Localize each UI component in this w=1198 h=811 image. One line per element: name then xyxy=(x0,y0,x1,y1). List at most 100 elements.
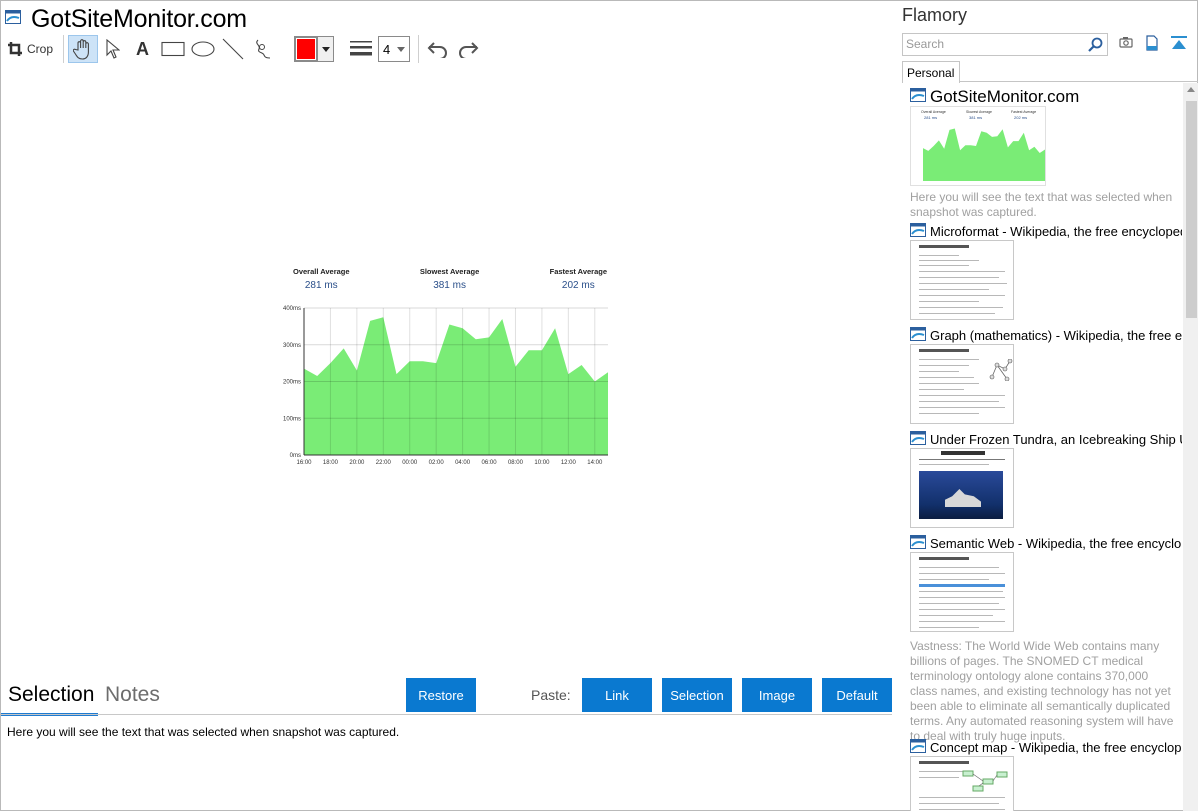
text-tool-button[interactable]: A xyxy=(128,35,158,63)
toolbar-separator xyxy=(418,35,420,63)
list-item[interactable]: Concept map - Wikipedia, the free encycl… xyxy=(910,738,1182,811)
sidebar-scrollbar[interactable] xyxy=(1183,83,1198,811)
stat-label: Overall Average xyxy=(293,267,350,276)
line-icon xyxy=(222,38,244,60)
x-tick-label: 12:00 xyxy=(561,460,577,466)
x-tick-label: 04:00 xyxy=(455,460,471,466)
x-tick-label: 10:00 xyxy=(534,460,550,466)
list-item[interactable]: GotSiteMonitor.com Overall Average Slowe… xyxy=(910,88,1182,220)
pointer-tool-button[interactable] xyxy=(98,35,128,63)
y-tick-label: 400ms xyxy=(283,306,301,312)
color-picker[interactable] xyxy=(294,36,335,62)
paste-image-button[interactable]: Image xyxy=(742,678,812,712)
snapshot-thumbnail xyxy=(910,552,1014,632)
app-name: Flamory xyxy=(902,5,968,25)
line-width-select[interactable]: 4 xyxy=(378,36,411,62)
freehand-icon xyxy=(256,39,271,59)
snapshot-thumbnail: Overall Average Slowest Average Fastest … xyxy=(910,106,1046,186)
x-tick-label: 16:00 xyxy=(296,460,312,466)
page-icon xyxy=(910,738,926,756)
search-input[interactable]: Search xyxy=(902,33,1108,56)
stat-value: 381 ms xyxy=(433,280,466,291)
editor-title-row: GotSiteMonitor.com xyxy=(5,5,247,33)
undo-icon xyxy=(427,42,448,58)
paste-default-button[interactable]: Default xyxy=(822,678,892,712)
collapse-to-top-icon[interactable] xyxy=(1171,35,1187,51)
list-item-description: Here you will see the text that was sele… xyxy=(910,190,1173,219)
list-item-title-row: Concept map - Wikipedia, the free encycl… xyxy=(910,738,1182,756)
x-tick-label: 08:00 xyxy=(508,460,524,466)
list-item-title-row: Microformat - Wikipedia, the free encycl… xyxy=(910,222,1182,240)
stats-row: Overall Average 281 ms Slowest Average 381 … xyxy=(271,263,621,291)
svg-text:202 ms: 202 ms xyxy=(1014,115,1027,120)
snapshot-thumbnail xyxy=(910,756,1014,811)
sidebar: Flamory Search Personal GotSiteMonitor.c… xyxy=(897,1,1198,811)
svg-text:Overall Average: Overall Average xyxy=(921,110,946,114)
page-title: GotSiteMonitor.com xyxy=(31,4,247,33)
hand-icon xyxy=(73,39,89,60)
list-item-title-row: Under Frozen Tundra, an Icebreaking Ship… xyxy=(910,430,1182,448)
page-icon xyxy=(910,326,926,344)
flamory-window: GotSiteMonitor.com Crop A 4 Overall Aver… xyxy=(0,0,1198,811)
snapshot-thumbnail xyxy=(910,344,1014,424)
crop-icon xyxy=(8,42,22,56)
chart-thumbnail: Overall Average Slowest Average Fastest … xyxy=(921,110,1045,181)
list-item-title-row: Graph (mathematics) - Wikipedia, the fre… xyxy=(910,326,1182,344)
stat-2: Fastest Average 202 ms xyxy=(550,263,607,291)
crop-button[interactable]: Crop xyxy=(5,35,59,63)
x-tick-label: 14:00 xyxy=(587,460,603,466)
rectangle-icon xyxy=(161,41,185,57)
y-tick-label: 100ms xyxy=(283,416,301,422)
freehand-tool-button[interactable] xyxy=(248,35,278,63)
snapshot-image: Overall Average 281 ms Slowest Average 381 … xyxy=(271,263,621,469)
x-tick-label: 22:00 xyxy=(376,460,392,466)
list-item[interactable]: Semantic Web - Wikipedia, the free encyc… xyxy=(910,534,1182,744)
snapshot-thumbnail xyxy=(910,240,1014,320)
redo-icon xyxy=(459,42,479,58)
text-icon: A xyxy=(136,40,149,58)
ellipse-tool-button[interactable] xyxy=(188,35,218,63)
x-tick-label: 00:00 xyxy=(402,460,418,466)
line-width-value: 4 xyxy=(383,41,391,57)
selection-text[interactable]: Here you will see the text that was sele… xyxy=(7,725,399,739)
divider xyxy=(960,81,1198,82)
stat-label: Fastest Average xyxy=(549,267,607,276)
x-tick-label: 18:00 xyxy=(323,460,339,466)
restore-button[interactable]: Restore xyxy=(406,678,476,712)
list-item[interactable]: Under Frozen Tundra, an Icebreaking Ship… xyxy=(910,430,1182,528)
tab-selection[interactable]: Selection xyxy=(8,683,94,707)
undo-button[interactable] xyxy=(423,35,453,63)
x-tick-label: 02:00 xyxy=(429,460,445,466)
crop-label: Crop xyxy=(27,42,54,56)
paste-link-button[interactable]: Link xyxy=(582,678,652,712)
tab-personal[interactable]: Personal xyxy=(902,61,960,83)
line-tool-button[interactable] xyxy=(218,35,248,63)
page-icon xyxy=(910,534,926,552)
page-icon xyxy=(910,88,926,106)
stat-label: Slowest Average xyxy=(419,267,480,276)
chevron-down-icon xyxy=(397,46,406,52)
camera-icon[interactable] xyxy=(1119,35,1133,49)
chevron-down-icon xyxy=(317,37,334,61)
line-width-button[interactable] xyxy=(348,35,374,63)
page-icon xyxy=(5,9,21,29)
rectangle-tool-button[interactable] xyxy=(158,35,188,63)
redo-button[interactable] xyxy=(453,35,483,63)
scrollbar-thumb[interactable] xyxy=(1186,101,1197,318)
list-item[interactable]: Microformat - Wikipedia, the free encycl… xyxy=(910,222,1182,320)
snapshot-list: GotSiteMonitor.com Overall Average Slowe… xyxy=(897,83,1183,811)
scroll-up-icon[interactable] xyxy=(1187,87,1195,92)
list-item[interactable]: Graph (mathematics) - Wikipedia, the fre… xyxy=(910,326,1182,424)
divider xyxy=(1,714,892,715)
paste-selection-button[interactable]: Selection xyxy=(662,678,732,712)
list-item-title: Graph (mathematics) - Wikipedia, the fre… xyxy=(930,327,1182,343)
document-icon[interactable] xyxy=(1145,35,1159,51)
sidebar-actions xyxy=(1119,35,1187,51)
list-item-title: Semantic Web - Wikipedia, the free encyc… xyxy=(930,535,1182,551)
snapshot-thumbnail xyxy=(910,448,1014,528)
svg-text:Slowest Average: Slowest Average xyxy=(966,110,992,114)
hand-tool-button[interactable] xyxy=(68,35,99,63)
svg-text:281 ms: 281 ms xyxy=(924,115,937,120)
tab-notes[interactable]: Notes xyxy=(105,683,160,707)
search-icon[interactable] xyxy=(1088,37,1103,52)
